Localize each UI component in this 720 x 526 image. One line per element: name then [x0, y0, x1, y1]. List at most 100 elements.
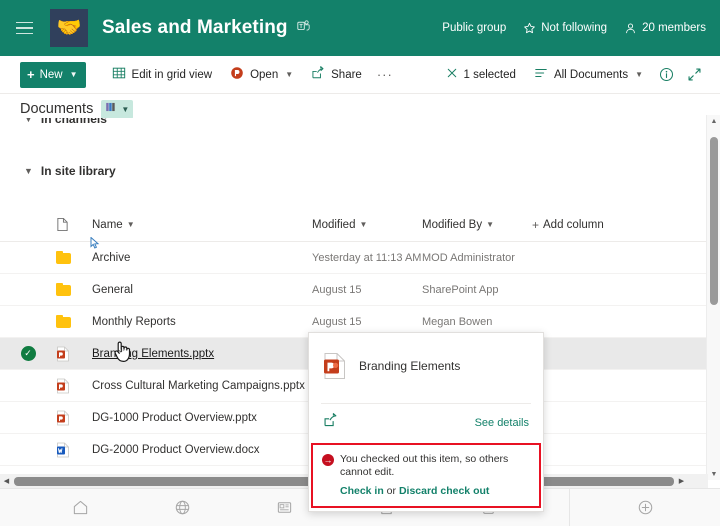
- row-modified-by: Megan Bowen: [422, 316, 532, 328]
- globe-icon[interactable]: [168, 494, 198, 522]
- file-name-label[interactable]: General: [92, 284, 133, 296]
- site-header: 🤝 Sales and Marketing Public group: [0, 0, 720, 56]
- command-items: Edit in grid view Open ▼: [103, 60, 399, 90]
- selected-count-label: 1 selected: [464, 69, 516, 81]
- header-right-group: Public group Not following 20 members: [442, 22, 706, 35]
- open-button[interactable]: Open ▼: [221, 60, 302, 90]
- add-column-label: Add column: [543, 219, 604, 231]
- column-modified-by[interactable]: Modified By ▼: [422, 219, 532, 231]
- breadcrumb-title[interactable]: Documents: [20, 101, 93, 117]
- column-modified-by-label: Modified By: [422, 219, 482, 231]
- file-name-label[interactable]: Cross Cultural Marketing Campaigns.pptx: [92, 380, 305, 392]
- row-modified: August 15: [312, 316, 422, 328]
- checkmark-icon: ✓: [21, 346, 36, 361]
- file-name-label[interactable]: DG-2000 Product Overview.docx: [92, 444, 259, 456]
- view-selector-label: All Documents: [554, 69, 628, 81]
- info-icon[interactable]: [652, 61, 680, 89]
- checked-out-icon: →: [322, 454, 334, 466]
- privacy-label: Public group: [442, 22, 506, 34]
- file-name-label[interactable]: Monthly Reports: [92, 316, 176, 328]
- folder-icon: [56, 284, 92, 296]
- row-modified-by: MOD Administrator: [422, 252, 532, 264]
- add-icon[interactable]: [630, 494, 660, 522]
- scroll-left-arrow-icon[interactable]: ◀: [0, 474, 13, 488]
- file-name-label[interactable]: DG-1000 Product Overview.pptx: [92, 412, 257, 424]
- vertical-scrollbar[interactable]: ▲ ▼: [706, 115, 720, 480]
- warning-message: You checked out this item, so others can…: [340, 453, 530, 479]
- check-in-link[interactable]: Check in: [340, 485, 384, 497]
- powerpoint-icon: [56, 346, 92, 362]
- vertical-scroll-thumb[interactable]: [710, 137, 718, 305]
- hamburger-icon[interactable]: [6, 10, 42, 46]
- powerpoint-icon: [56, 378, 92, 394]
- table-row[interactable]: Archive Yesterday at 11:13 AM MOD Admini…: [0, 242, 708, 274]
- view-selector-button[interactable]: All Documents ▼: [525, 60, 652, 90]
- edit-in-grid-view-label: Edit in grid view: [132, 69, 213, 81]
- column-modified-label: Modified: [312, 219, 355, 231]
- scroll-up-arrow-icon[interactable]: ▲: [707, 115, 720, 127]
- group-header-site-library[interactable]: ▼ In site library: [0, 160, 708, 182]
- site-logo[interactable]: 🤝: [50, 9, 88, 47]
- powerpoint-icon: [230, 66, 244, 83]
- column-name-label: Name: [92, 219, 123, 231]
- group-channels-label: In channels: [41, 118, 107, 126]
- add-column-button[interactable]: + Add column: [532, 218, 708, 232]
- folder-icon: [56, 252, 92, 264]
- discard-check-out-link[interactable]: Discard check out: [399, 485, 489, 497]
- word-icon: [56, 442, 92, 458]
- sharepoint-document-library: 🤝 Sales and Marketing Public group: [0, 0, 720, 526]
- page-title: Sales and Marketing: [102, 17, 288, 39]
- home-icon[interactable]: [66, 494, 96, 522]
- share-icon[interactable]: [323, 413, 338, 433]
- command-bar-right: 1 selected All Documents ▼: [437, 60, 709, 90]
- column-headers: Name ▼ Modified ▼ Modified By ▼ + Add co…: [0, 208, 708, 242]
- file-name-link[interactable]: Branding Elements.pptx: [92, 348, 214, 360]
- folder-icon: [56, 316, 92, 328]
- row-modified: Yesterday at 11:13 AM: [312, 252, 422, 264]
- row-name-cell[interactable]: Archive: [92, 252, 312, 264]
- warning-actions: Check in or Discard check out: [340, 485, 530, 497]
- edit-in-grid-view-button[interactable]: Edit in grid view: [103, 60, 222, 90]
- plus-icon: +: [27, 68, 35, 81]
- chevron-down-icon: ▼: [285, 70, 293, 79]
- expand-icon[interactable]: [680, 61, 708, 89]
- table-row[interactable]: General August 15 SharePoint App: [0, 274, 708, 306]
- powerpoint-icon: [56, 410, 92, 426]
- follow-button[interactable]: Not following: [523, 22, 607, 35]
- scroll-down-arrow-icon[interactable]: ▼: [707, 468, 720, 480]
- column-file-type[interactable]: [56, 217, 92, 232]
- share-button[interactable]: Share: [302, 60, 371, 90]
- chevron-down-icon: ▼: [127, 220, 135, 229]
- group-site-library-label: In site library: [41, 164, 116, 178]
- clear-selection-button[interactable]: 1 selected: [437, 60, 525, 90]
- news-icon[interactable]: [269, 494, 299, 522]
- ellipsis-icon: ···: [377, 67, 393, 82]
- row-checkbox-checked[interactable]: ✓: [0, 346, 56, 361]
- file-name-label[interactable]: Archive: [92, 252, 130, 264]
- command-bar: + New ▼ Edit in grid view: [0, 56, 720, 94]
- scroll-right-arrow-icon[interactable]: ▶: [675, 474, 688, 488]
- row-modified: August 15: [312, 284, 422, 296]
- open-label: Open: [250, 69, 278, 81]
- column-modified[interactable]: Modified ▼: [312, 219, 422, 231]
- chevron-down-icon: ▼: [359, 220, 367, 229]
- share-icon: [311, 66, 325, 83]
- row-name-cell[interactable]: General: [92, 284, 312, 296]
- callout-file-title: Branding Elements: [359, 359, 460, 373]
- row-name-cell[interactable]: Branding Elements.pptx: [92, 348, 312, 360]
- add-nav-item[interactable]: [570, 494, 720, 522]
- row-modified-by: SharePoint App: [422, 284, 532, 296]
- chevron-down-icon: ▼: [24, 166, 33, 176]
- row-name-cell[interactable]: Monthly Reports: [92, 316, 312, 328]
- library-view-chip[interactable]: ▼: [101, 100, 133, 119]
- share-label: Share: [331, 69, 362, 81]
- column-name[interactable]: Name ▼: [92, 219, 312, 231]
- see-details-link[interactable]: See details: [475, 417, 529, 429]
- new-button[interactable]: + New ▼: [20, 62, 86, 88]
- file-hover-card: Branding Elements See details → You chec…: [308, 332, 544, 512]
- group-header-channels[interactable]: ▼ In channels: [0, 118, 708, 130]
- members-button[interactable]: 20 members: [624, 22, 706, 35]
- more-commands-button[interactable]: ···: [371, 61, 399, 89]
- view-list-icon: [534, 66, 548, 83]
- chevron-down-icon: ▼: [24, 118, 33, 124]
